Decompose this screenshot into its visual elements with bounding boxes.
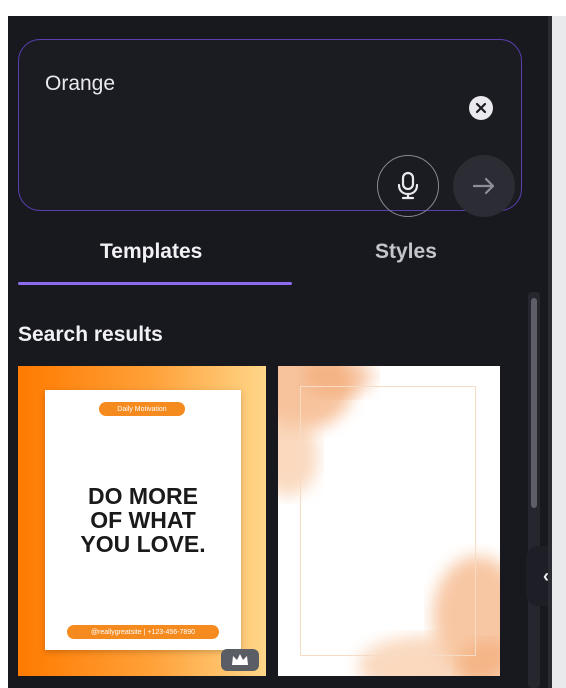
arrow-right-icon	[472, 177, 495, 195]
search-results-heading: Search results	[18, 323, 163, 346]
search-box[interactable]: Orange	[18, 39, 522, 217]
tab-styles[interactable]: Styles	[375, 240, 437, 264]
clear-search-button[interactable]	[469, 96, 493, 120]
top-strip	[0, 0, 566, 16]
template-frame	[300, 386, 476, 656]
voice-search-button[interactable]	[377, 155, 439, 217]
collapse-panel-button[interactable]: ‹	[526, 546, 548, 606]
microphone-icon	[397, 171, 419, 200]
close-circle-icon	[475, 102, 487, 114]
headline-line-2: OF WHAT	[90, 507, 196, 533]
scrollbar-thumb[interactable]	[531, 298, 537, 508]
template-footer-contact: @reallygreatsite | +123-456-7890	[67, 625, 219, 639]
side-panel: Orange Templates Styles Search results D…	[8, 16, 548, 688]
crown-icon	[232, 654, 248, 665]
template-result-1[interactable]: Daily Motivation DO MORE OF WHAT YOU LOV…	[18, 366, 266, 676]
submit-search-button[interactable]	[453, 155, 515, 217]
template-headline: DO MORE OF WHAT YOU LOVE.	[45, 484, 241, 556]
headline-line-3: YOU LOVE.	[80, 531, 206, 557]
tab-templates[interactable]: Templates	[100, 240, 202, 264]
headline-line-1: DO MORE	[88, 483, 198, 509]
template-preview-card: Daily Motivation DO MORE OF WHAT YOU LOV…	[45, 390, 241, 650]
active-tab-indicator	[18, 282, 292, 285]
template-result-2[interactable]	[278, 366, 500, 676]
panel-border	[548, 16, 552, 688]
premium-badge	[221, 649, 259, 671]
chevron-left-icon: ‹	[543, 566, 548, 587]
search-input[interactable]: Orange	[45, 72, 115, 96]
template-tagline: Daily Motivation	[99, 402, 185, 416]
